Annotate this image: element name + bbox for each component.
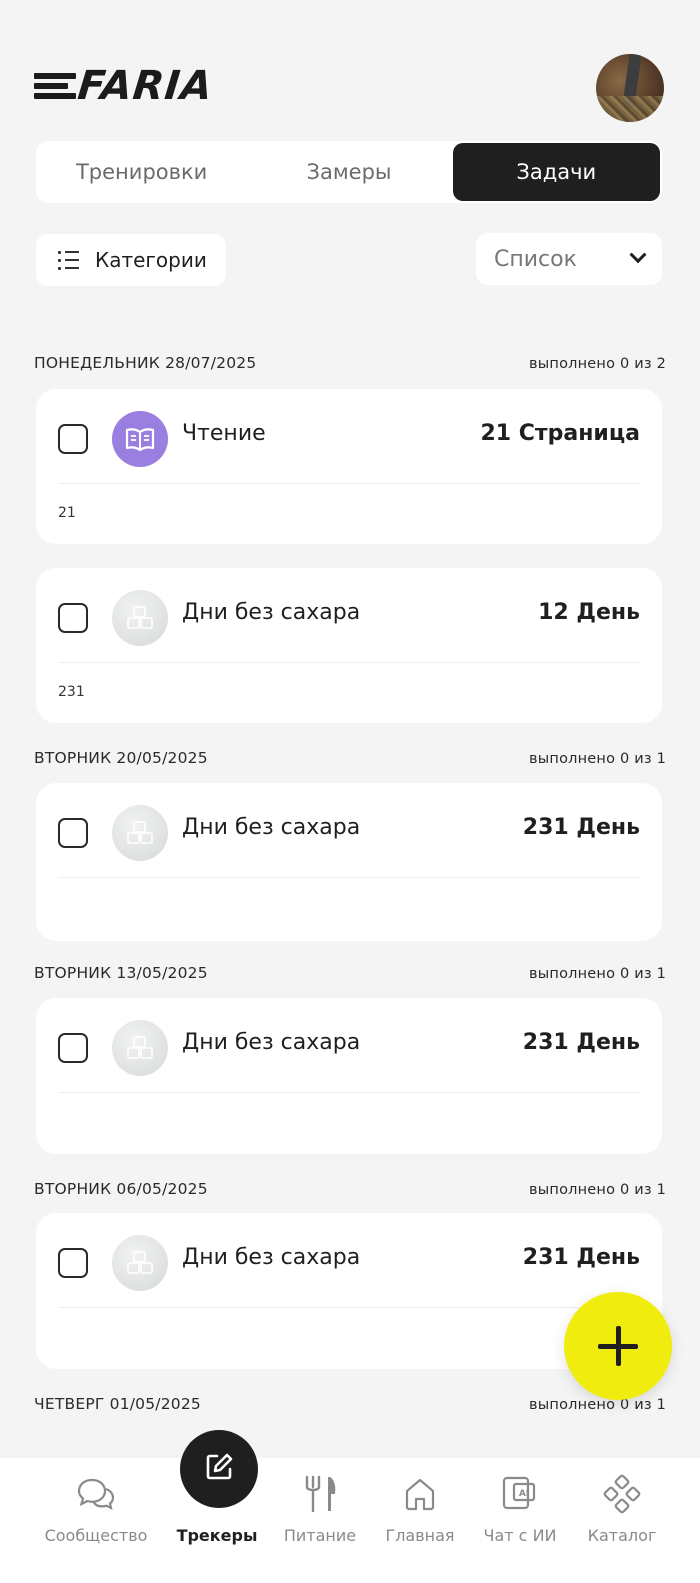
divider bbox=[58, 1092, 640, 1093]
sugar-cubes-icon bbox=[112, 1020, 168, 1076]
segmented-tabs: Тренировки Замеры Задачи bbox=[36, 141, 662, 203]
task-title: Дни без сахара bbox=[182, 600, 361, 625]
day-date: ЧЕТВЕРГ 01/05/2025 bbox=[34, 1395, 201, 1413]
svg-text:AI: AI bbox=[519, 1489, 529, 1499]
add-task-button[interactable] bbox=[564, 1292, 672, 1400]
catalog-icon bbox=[600, 1472, 644, 1516]
book-icon bbox=[112, 411, 168, 467]
day-progress: выполнено 0 из 2 bbox=[529, 356, 666, 372]
task-note: 21 bbox=[58, 505, 76, 521]
day-date: ВТОРНИК 13/05/2025 bbox=[34, 964, 208, 982]
home-icon bbox=[398, 1472, 442, 1516]
nav-item-catalog[interactable]: Каталог bbox=[564, 1458, 680, 1583]
task-value: 231 День bbox=[522, 815, 640, 840]
day-progress: выполнено 0 из 1 bbox=[529, 1182, 666, 1198]
nav-label: Главная bbox=[385, 1526, 455, 1545]
task-card[interactable]: Чтение 21 Страница 21 bbox=[36, 389, 662, 544]
day-header: ПОНЕДЕЛЬНИК 28/07/2025 выполнено 0 из 2 bbox=[34, 354, 666, 372]
task-checkbox[interactable] bbox=[58, 818, 88, 848]
sugar-cubes-icon bbox=[112, 1235, 168, 1291]
nav-item-home[interactable]: Главная bbox=[362, 1458, 478, 1583]
day-progress: выполнено 0 из 1 bbox=[529, 966, 666, 982]
task-title: Дни без сахара bbox=[182, 1245, 361, 1270]
nav-label: Чат с ИИ bbox=[483, 1526, 557, 1545]
task-checkbox[interactable] bbox=[58, 1248, 88, 1278]
nav-label: Сообщество bbox=[44, 1526, 148, 1545]
brand-logo: FARIA bbox=[34, 63, 216, 109]
divider bbox=[58, 483, 640, 484]
avatar[interactable] bbox=[596, 54, 664, 122]
categories-label: Категории bbox=[95, 248, 207, 272]
trackers-button[interactable] bbox=[180, 1430, 258, 1508]
divider bbox=[58, 1307, 640, 1308]
task-checkbox[interactable] bbox=[58, 1033, 88, 1063]
list-icon bbox=[58, 251, 79, 270]
day-progress: выполнено 0 из 1 bbox=[529, 751, 666, 767]
task-value: 21 Страница bbox=[480, 421, 640, 446]
day-progress: выполнено 0 из 1 bbox=[529, 1397, 666, 1413]
task-title: Чтение bbox=[182, 421, 266, 446]
nav-item-ai-chat[interactable]: AI Чат с ИИ bbox=[462, 1458, 578, 1583]
task-title: Дни без сахара bbox=[182, 815, 361, 840]
chevron-down-icon bbox=[629, 246, 647, 264]
task-value: 231 День bbox=[522, 1245, 640, 1270]
divider bbox=[58, 662, 640, 663]
task-checkbox[interactable] bbox=[58, 424, 88, 454]
day-header: ВТОРНИК 13/05/2025 выполнено 0 из 1 bbox=[34, 964, 666, 982]
sugar-cubes-icon bbox=[112, 590, 168, 646]
day-header: ЧЕТВЕРГ 01/05/2025 выполнено 0 из 1 bbox=[34, 1395, 666, 1413]
task-card[interactable]: Дни без сахара 231 День bbox=[36, 783, 662, 941]
task-value: 231 День bbox=[522, 1030, 640, 1055]
task-card[interactable]: Дни без сахара 12 День 231 bbox=[36, 568, 662, 723]
nav-label: Трекеры bbox=[176, 1526, 258, 1545]
categories-button[interactable]: Категории bbox=[36, 234, 226, 286]
view-select-value: Список bbox=[494, 246, 577, 272]
nav-label: Питание bbox=[283, 1526, 357, 1545]
plus-icon bbox=[598, 1326, 638, 1366]
task-card[interactable]: Дни без сахара 231 День bbox=[36, 998, 662, 1154]
logo-bars-icon bbox=[34, 73, 76, 99]
day-date: ВТОРНИК 06/05/2025 bbox=[34, 1180, 208, 1198]
fork-knife-icon bbox=[298, 1472, 342, 1516]
tab-trainings[interactable]: Тренировки bbox=[38, 143, 245, 201]
day-date: ПОНЕДЕЛЬНИК 28/07/2025 bbox=[34, 354, 257, 372]
bottom-nav: Сообщество Трекеры Питание Главная AI Ча… bbox=[0, 1458, 700, 1583]
task-title: Дни без сахара bbox=[182, 1030, 361, 1055]
task-value: 12 День bbox=[538, 600, 640, 625]
sugar-cubes-icon bbox=[112, 805, 168, 861]
tab-measurements[interactable]: Замеры bbox=[245, 143, 452, 201]
task-note: 231 bbox=[58, 684, 85, 700]
task-checkbox[interactable] bbox=[58, 603, 88, 633]
nav-item-nutrition[interactable]: Питание bbox=[262, 1458, 378, 1583]
nav-label: Каталог bbox=[587, 1526, 657, 1545]
logo-text: FARIA bbox=[75, 63, 216, 109]
day-header: ВТОРНИК 06/05/2025 выполнено 0 из 1 bbox=[34, 1180, 666, 1198]
day-date: ВТОРНИК 20/05/2025 bbox=[34, 749, 208, 767]
tasks-screen: FARIA Тренировки Замеры Задачи Категории… bbox=[0, 0, 700, 1583]
nav-item-community[interactable]: Сообщество bbox=[38, 1458, 154, 1583]
chat-bubbles-icon bbox=[74, 1472, 118, 1516]
tab-tasks[interactable]: Задачи bbox=[452, 143, 660, 201]
day-header: ВТОРНИК 20/05/2025 выполнено 0 из 1 bbox=[34, 749, 666, 767]
divider bbox=[58, 877, 640, 878]
edit-icon bbox=[202, 1450, 236, 1488]
ai-chat-icon: AI bbox=[498, 1472, 542, 1516]
view-select[interactable]: Список bbox=[476, 233, 662, 285]
